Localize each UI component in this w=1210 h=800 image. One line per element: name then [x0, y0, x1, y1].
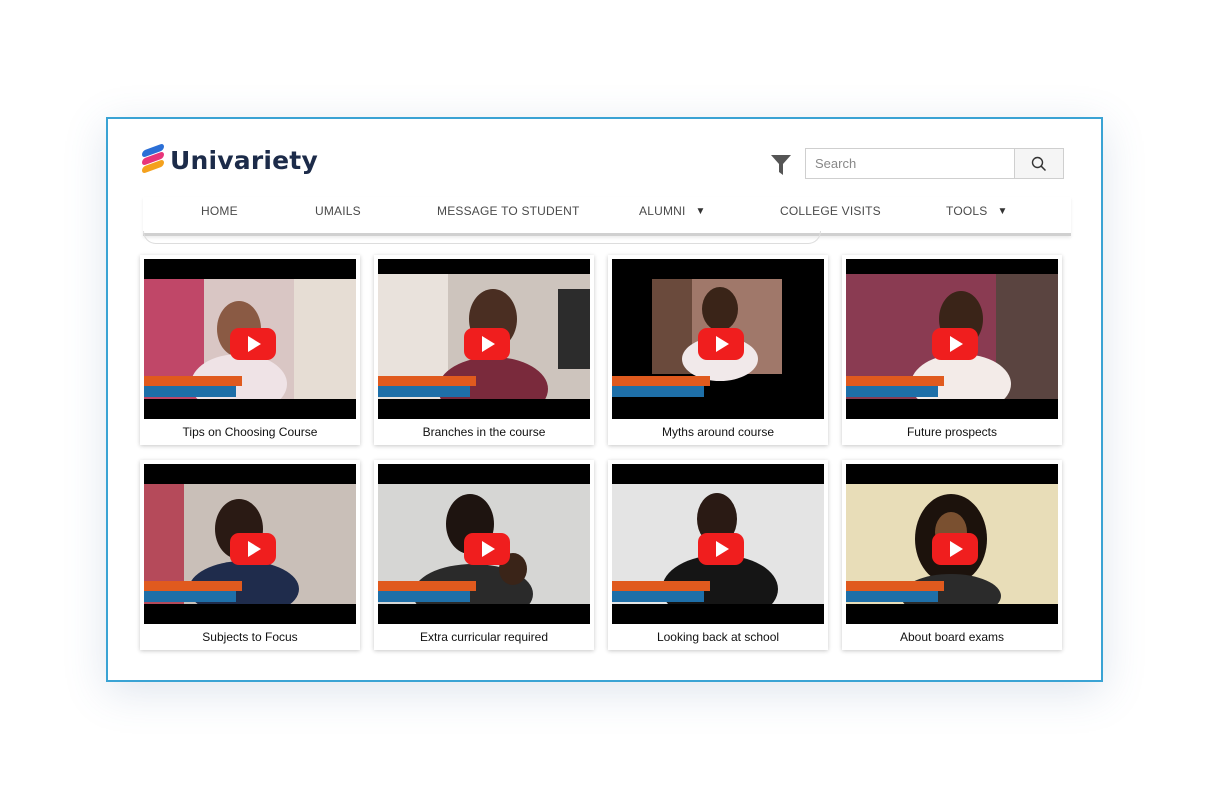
video-card[interactable]: Branches in the course — [374, 255, 594, 445]
app-frame: Univariety HOME UMAILS MESSAGE TO STUDEN… — [106, 117, 1103, 682]
video-card[interactable]: Tips on Choosing Course — [140, 255, 360, 445]
name-lower-third — [846, 581, 944, 603]
search-box — [805, 148, 1064, 179]
play-button[interactable] — [230, 533, 276, 565]
video-title: Myths around course — [661, 425, 775, 439]
video-title: Looking back at school — [656, 630, 780, 644]
video-title: Tips on Choosing Course — [182, 425, 318, 439]
video-thumbnail[interactable] — [144, 259, 356, 419]
video-title: Future prospects — [906, 425, 998, 439]
name-lower-third — [144, 581, 242, 603]
name-lower-third — [378, 376, 476, 398]
name-lower-third — [846, 376, 944, 398]
name-lower-third — [144, 376, 242, 398]
video-title: Subjects to Focus — [202, 630, 298, 644]
video-card[interactable]: Future prospects — [842, 255, 1062, 445]
play-button[interactable] — [698, 328, 744, 360]
hidden-panel-edge — [143, 231, 821, 244]
filter-icon[interactable] — [770, 153, 792, 177]
nav-item-tools[interactable]: TOOLS ▼ — [946, 204, 1008, 218]
video-thumbnail[interactable] — [144, 464, 356, 624]
play-button[interactable] — [230, 328, 276, 360]
nav-item-umails[interactable]: UMAILS — [315, 204, 361, 218]
video-thumbnail[interactable] — [612, 259, 824, 419]
play-button[interactable] — [932, 328, 978, 360]
brand-logo[interactable]: Univariety — [142, 142, 318, 175]
play-button[interactable] — [932, 533, 978, 565]
video-thumbnail[interactable] — [378, 259, 590, 419]
nav-item-college-visits[interactable]: COLLEGE VISITS — [780, 204, 881, 218]
name-lower-third — [612, 376, 710, 398]
video-card[interactable]: Looking back at school — [608, 460, 828, 650]
video-title: Branches in the course — [422, 425, 546, 439]
video-card[interactable]: Extra curricular required — [374, 460, 594, 650]
name-lower-third — [612, 581, 710, 603]
video-title: Extra curricular required — [419, 630, 549, 644]
brand-name: Univariety — [170, 145, 318, 175]
video-title: About board exams — [899, 630, 1005, 644]
search-input[interactable] — [806, 149, 1014, 178]
name-lower-third — [378, 581, 476, 603]
logo-mark-icon — [142, 142, 164, 175]
video-card[interactable]: Myths around course — [608, 255, 828, 445]
play-button[interactable] — [698, 533, 744, 565]
video-thumbnail[interactable] — [378, 464, 590, 624]
caret-down-icon: ▼ — [997, 205, 1008, 217]
search-button[interactable] — [1014, 149, 1063, 178]
play-button[interactable] — [464, 533, 510, 565]
nav-item-home[interactable]: HOME — [201, 204, 238, 218]
video-thumbnail[interactable] — [846, 259, 1058, 419]
video-card[interactable]: About board exams — [842, 460, 1062, 650]
caret-down-icon: ▼ — [695, 205, 706, 217]
play-button[interactable] — [464, 328, 510, 360]
search-icon — [1031, 156, 1047, 171]
video-thumbnail[interactable] — [612, 464, 824, 624]
nav-item-message-to-student[interactable]: MESSAGE TO STUDENT — [437, 204, 580, 218]
video-thumbnail[interactable] — [846, 464, 1058, 624]
nav-item-alumni[interactable]: ALUMNI ▼ — [639, 204, 706, 218]
video-card[interactable]: Subjects to Focus — [140, 460, 360, 650]
